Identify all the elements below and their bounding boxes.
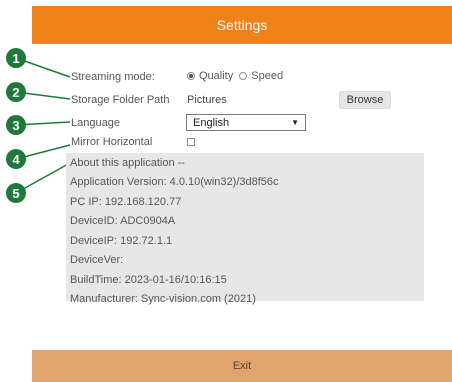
pc-ip-line: PC IP: 192.168.120.77 [70, 196, 182, 208]
speed-radio-label[interactable]: Speed [251, 70, 283, 82]
callout-badge-3: 3 [6, 115, 26, 135]
language-label: Language [71, 117, 120, 129]
quality-radio-label[interactable]: Quality [199, 70, 233, 82]
about-heading: About this application -- [70, 157, 185, 169]
app-version-line: Application Version: 4.0.10(win32)/3d8f5… [70, 176, 279, 188]
browse-button-label: Browse [346, 94, 384, 106]
speed-radio[interactable] [239, 72, 248, 80]
quality-radio[interactable] [187, 72, 195, 80]
device-id-line: DeviceID: ADC0904A [70, 215, 176, 227]
callout-badge-2: 2 [6, 82, 26, 102]
storage-folder-value: Pictures [187, 94, 227, 106]
callout-badge-1: 1 [6, 48, 26, 68]
language-select-value: English [193, 116, 230, 129]
manufacturer-line: Manufacturer: Sync-vision.com (2021) [70, 293, 256, 305]
exit-button[interactable]: Exit [32, 350, 452, 382]
device-ver-line: DeviceVer: [70, 254, 124, 266]
callout-badge-5: 5 [6, 183, 26, 203]
language-select[interactable]: English ▼ [186, 114, 306, 131]
storage-folder-label: Storage Folder Path [71, 94, 170, 106]
dropdown-arrow-icon: ▼ [291, 118, 299, 127]
callout-badge-4: 4 [6, 149, 26, 169]
mirror-horizontal-label: Mirror Horizontal [71, 136, 153, 148]
mirror-horizontal-checkbox[interactable] [187, 138, 195, 146]
build-time-line: BuildTime: 2023-01-16/10:16:15 [70, 274, 227, 286]
streaming-mode-label: Streaming mode: [71, 71, 155, 83]
exit-button-label: Exit [232, 360, 252, 372]
streaming-mode-radio-group: Quality Speed [187, 70, 283, 82]
device-ip-line: DeviceIP: 192.72.1.1 [70, 235, 173, 247]
about-panel: About this application -- Application Ve… [66, 153, 424, 305]
browse-button[interactable]: Browse [339, 91, 391, 109]
